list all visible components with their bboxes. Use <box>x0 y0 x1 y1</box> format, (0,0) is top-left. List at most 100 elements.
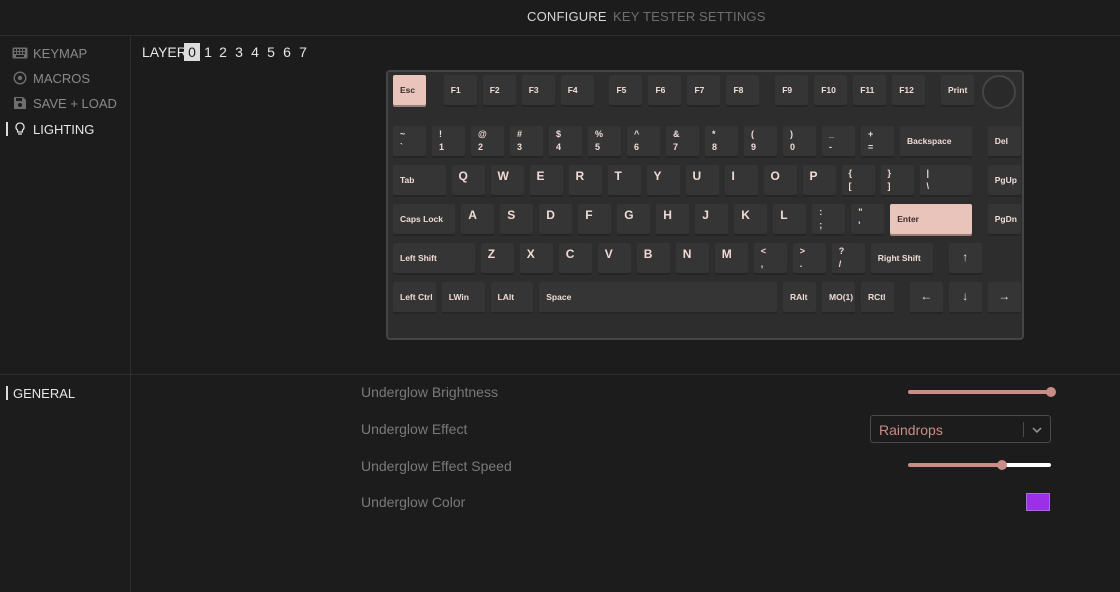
key-1[interactable]: ! 1 <box>432 125 465 156</box>
tab-key-tester[interactable]: KEY TESTER <box>613 9 695 24</box>
key-h[interactable]: H <box>656 203 690 234</box>
key-rctl[interactable]: RCtl <box>861 281 894 312</box>
key-symbol[interactable]: >. <box>792 242 826 273</box>
key-lwin[interactable]: LWin <box>441 281 485 312</box>
key-space[interactable]: Space <box>539 281 777 312</box>
key-symbol[interactable]: | \ <box>919 164 972 195</box>
key-3[interactable]: #3 <box>510 125 543 156</box>
sidebar-item-keymap[interactable]: KEYMAP <box>12 43 87 63</box>
tab-settings[interactable]: SETTINGS <box>699 9 766 24</box>
key-x[interactable]: X <box>519 242 553 273</box>
submenu-item-general[interactable]: GENERAL <box>13 383 75 403</box>
layer-3-button[interactable]: 3 <box>232 44 246 60</box>
key-z[interactable]: Z <box>480 242 514 273</box>
key-i[interactable]: I <box>724 164 758 195</box>
key-symbol[interactable]: ~ ` <box>393 125 426 156</box>
rotary-knob[interactable] <box>982 75 1016 109</box>
key-enter[interactable]: Enter <box>890 203 972 234</box>
sidebar-item-macros[interactable]: MACROS <box>12 68 90 88</box>
key-r[interactable]: R <box>568 164 602 195</box>
key-symbol[interactable]: + = <box>861 125 894 156</box>
key-f3[interactable]: F3 <box>521 75 555 105</box>
key-ralt[interactable]: RAlt <box>783 281 816 312</box>
key-f10[interactable]: F10 <box>814 75 848 105</box>
key-esc[interactable]: Esc <box>393 75 426 105</box>
key-tab[interactable]: Tab <box>393 164 446 195</box>
key-symbol[interactable]: {[ <box>841 164 875 195</box>
key-d[interactable]: D <box>539 203 573 234</box>
speed-slider[interactable] <box>908 460 1051 470</box>
key-8[interactable]: * 8 <box>705 125 738 156</box>
layer-6-button[interactable]: 6 <box>280 44 294 60</box>
key-caps-lock[interactable]: Caps Lock <box>393 203 456 234</box>
brightness-slider[interactable] <box>908 387 1056 397</box>
key-m[interactable]: M <box>714 242 748 273</box>
key-7[interactable]: & 7 <box>666 125 699 156</box>
key-f5[interactable]: F5 <box>609 75 643 105</box>
key-2[interactable]: @2 <box>471 125 504 156</box>
key-f1[interactable]: F1 <box>443 75 477 105</box>
key-b[interactable]: B <box>636 242 670 273</box>
key-q[interactable]: Q <box>451 164 485 195</box>
key-backspace[interactable]: Backspace <box>900 125 972 156</box>
layer-0-button[interactable]: 0 <box>184 43 200 61</box>
key-n[interactable]: N <box>675 242 709 273</box>
key-y[interactable]: Y <box>646 164 680 195</box>
layer-4-button[interactable]: 4 <box>248 44 262 60</box>
key-e[interactable]: E <box>529 164 563 195</box>
key-right-shift[interactable]: Right Shift <box>870 242 933 273</box>
key-symbol[interactable]: _ - <box>822 125 855 156</box>
key-g[interactable]: G <box>617 203 651 234</box>
layer-2-button[interactable]: 2 <box>216 44 230 60</box>
key-0[interactable]: ) 0 <box>783 125 816 156</box>
key-left-shift[interactable]: Left Shift <box>393 242 475 273</box>
key-v[interactable]: V <box>597 242 631 273</box>
key-f8[interactable]: F8 <box>726 75 760 105</box>
key-f11[interactable]: F11 <box>853 75 887 105</box>
key-f12[interactable]: F12 <box>892 75 926 105</box>
key-s[interactable]: S <box>500 203 534 234</box>
key-arrow-up[interactable]: ↑ <box>948 242 982 273</box>
layer-1-button[interactable]: 1 <box>201 44 215 60</box>
sidebar-item-lighting[interactable]: LIGHTING <box>12 119 94 139</box>
key-pgdn[interactable]: PgDn <box>987 203 1021 234</box>
key-lalt[interactable]: LAlt <box>490 281 534 312</box>
key-5[interactable]: % 5 <box>588 125 621 156</box>
key-symbol[interactable]: <, <box>753 242 787 273</box>
key-k[interactable]: K <box>734 203 768 234</box>
key-f[interactable]: F <box>578 203 612 234</box>
key-6[interactable]: ^ 6 <box>627 125 660 156</box>
key-arrow-right[interactable]: → <box>987 281 1021 312</box>
key-symbol[interactable]: ? / <box>831 242 865 273</box>
key-4[interactable]: $4 <box>549 125 582 156</box>
key-t[interactable]: T <box>607 164 641 195</box>
key-pgup[interactable]: PgUp <box>987 164 1021 195</box>
key-symbol[interactable]: " ' <box>851 203 885 234</box>
key-f9[interactable]: F9 <box>775 75 809 105</box>
slider-thumb[interactable] <box>997 460 1008 470</box>
key-j[interactable]: J <box>695 203 729 234</box>
key-w[interactable]: W <box>490 164 524 195</box>
key-c[interactable]: C <box>558 242 592 273</box>
color-swatch[interactable] <box>1026 493 1050 511</box>
key-arrow-left[interactable]: ← <box>909 281 943 312</box>
sidebar-item-save-load[interactable]: SAVE + LOAD <box>12 93 117 113</box>
effect-select[interactable]: Raindrops <box>870 415 1051 443</box>
layer-5-button[interactable]: 5 <box>264 44 278 60</box>
tab-configure[interactable]: CONFIGURE <box>527 9 607 24</box>
key-symbol[interactable]: }] <box>880 164 914 195</box>
key-9[interactable]: (9 <box>744 125 777 156</box>
key-f2[interactable]: F2 <box>482 75 516 105</box>
key-l[interactable]: L <box>773 203 807 234</box>
layer-7-button[interactable]: 7 <box>296 44 310 60</box>
key-u[interactable]: U <box>685 164 719 195</box>
key-a[interactable]: A <box>461 203 495 234</box>
key-arrow-down[interactable]: ↓ <box>948 281 982 312</box>
key-f4[interactable]: F4 <box>560 75 594 105</box>
key-symbol[interactable]: :; <box>812 203 846 234</box>
key-print[interactable]: Print <box>940 75 974 105</box>
key-f6[interactable]: F6 <box>648 75 682 105</box>
key-f7[interactable]: F7 <box>687 75 721 105</box>
key-del[interactable]: Del <box>987 125 1021 156</box>
key-o[interactable]: O <box>763 164 797 195</box>
